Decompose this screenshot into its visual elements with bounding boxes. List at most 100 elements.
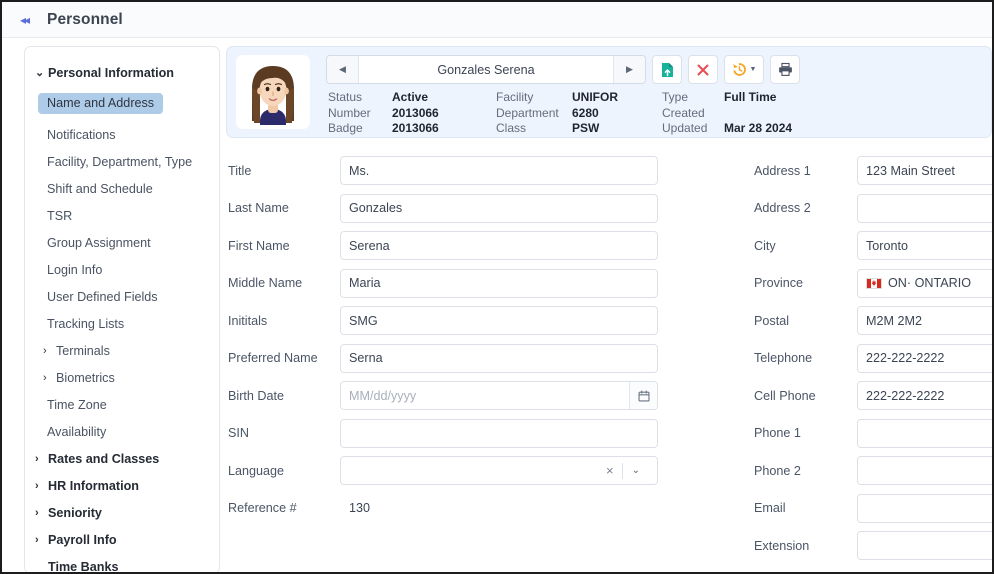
info-label: Facility <box>496 90 534 104</box>
field-label: Middle Name <box>228 276 303 291</box>
sidebar-item-label: Notifications <box>47 127 116 142</box>
chevron-right-icon[interactable]: › <box>35 507 48 519</box>
sidebar-item-label: Time Zone <box>47 397 107 412</box>
chevron-right-icon[interactable]: › <box>43 372 56 384</box>
record-toolbar: ◀ Gonzales Serena ▶ ▼ <box>326 55 981 84</box>
sidebar-item-time-banks[interactable]: Time Banks <box>25 553 219 573</box>
form-row: Address 2 <box>754 190 992 228</box>
form-row: Last Name Gonzales <box>228 190 668 228</box>
sidebar-item-personal-information[interactable]: ⌄ Personal Information <box>25 59 219 86</box>
chevron-down-icon[interactable]: ⌄ <box>623 465 649 476</box>
history-button[interactable]: ▼ <box>724 55 764 84</box>
info-label: Status <box>328 90 363 104</box>
sidebar-item-time-zone[interactable]: Time Zone <box>25 391 219 418</box>
language-select[interactable]: × ⌄ <box>340 456 658 486</box>
postal-field[interactable]: M2M 2M2 <box>857 306 992 336</box>
document-upload-icon <box>661 62 673 77</box>
chevron-down-icon: ▼ <box>749 66 757 73</box>
sidebar-item-label: Login Info <box>47 262 103 277</box>
sidebar-item-label: User Defined Fields <box>47 289 158 304</box>
form-row: City Toronto <box>754 227 992 265</box>
phone-2-field[interactable] <box>857 456 992 486</box>
preferred-name-field[interactable]: Serna <box>340 343 658 373</box>
field-value: Ms. <box>349 163 370 178</box>
form-row: Telephone 222-222-2222 <box>754 340 992 378</box>
sidebar-item-group-assignment[interactable]: Group Assignment <box>25 229 219 256</box>
chevron-right-icon[interactable]: › <box>35 480 48 492</box>
save-document-button[interactable] <box>652 55 682 84</box>
initials-field[interactable]: SMG <box>340 306 658 336</box>
sidebar-item-rates-and-classes[interactable]: › Rates and Classes <box>25 445 219 472</box>
sidebar-item-seniority[interactable]: › Seniority <box>25 499 219 526</box>
employee-name-display[interactable]: Gonzales Serena <box>359 56 613 83</box>
info-label: Created <box>662 105 705 120</box>
info-values-2: UNIFOR 6280 PSW <box>572 90 628 137</box>
info-label: Class <box>496 121 527 135</box>
phone-1-field[interactable] <box>857 418 992 448</box>
sidebar-item-hr-information[interactable]: › HR Information <box>25 472 219 499</box>
field-label: City <box>754 238 776 253</box>
sidebar-item-tsr[interactable]: TSR <box>25 202 219 229</box>
field-value: Gonzales <box>349 201 403 216</box>
sidebar-item-terminals[interactable]: › Terminals <box>25 337 219 364</box>
sidebar-item-name-and-address[interactable]: Name and Address <box>25 90 219 117</box>
sidebar-item-login-info[interactable]: Login Info <box>25 256 219 283</box>
sidebar-item-label: Biometrics <box>56 370 115 385</box>
province-field[interactable]: ON· ONTARIO <box>857 268 992 298</box>
sidebar-item-label: Terminals <box>56 343 110 358</box>
next-record-button[interactable]: ▶ <box>613 56 645 83</box>
calendar-icon[interactable] <box>629 382 657 410</box>
sidebar-item-tracking-lists[interactable]: Tracking Lists <box>25 310 219 337</box>
info-column-status: Status Number Badge Active 2013066 20130… <box>328 90 464 137</box>
form-row: Birth Date MM/dd/yyyy <box>228 377 668 415</box>
field-label: Telephone <box>754 351 813 366</box>
address-2-field[interactable] <box>857 193 992 223</box>
chevron-right-icon[interactable]: › <box>35 534 48 546</box>
employee-info-grid: Status Number Badge Active 2013066 20130… <box>326 90 981 137</box>
city-field[interactable]: Toronto <box>857 231 992 261</box>
cell-phone-field[interactable]: 222-222-2222 <box>857 381 992 411</box>
sidebar-item-facility-department-type[interactable]: Facility, Department, Type <box>25 148 219 175</box>
info-label: Department <box>496 105 559 120</box>
delete-record-button[interactable] <box>688 55 718 84</box>
print-button[interactable] <box>770 55 800 84</box>
field-value: 222-222-2222 <box>866 351 945 366</box>
sidebar-item-payroll-info[interactable]: › Payroll Info <box>25 526 219 553</box>
header-details: ◀ Gonzales Serena ▶ ▼ Status Number Badg… <box>310 55 981 137</box>
form-row: SIN <box>228 415 668 453</box>
top-bar: ◂◂ Personnel <box>2 2 992 38</box>
form-row: First Name Serena <box>228 227 668 265</box>
status-badge: Active <box>392 90 429 104</box>
title-field[interactable]: Ms. <box>340 156 658 186</box>
form-row: Extension <box>754 527 992 565</box>
telephone-field[interactable]: 222-222-2222 <box>857 343 992 373</box>
extension-field[interactable] <box>857 531 992 561</box>
sidebar-item-label: TSR <box>47 208 73 223</box>
first-name-field[interactable]: Serena <box>340 231 658 261</box>
email-field[interactable] <box>857 493 992 523</box>
sin-field[interactable] <box>340 418 658 448</box>
sidebar-item-biometrics[interactable]: › Biometrics <box>25 364 219 391</box>
sidebar-item-availability[interactable]: Availability <box>25 418 219 445</box>
sidebar-item-notifications[interactable]: Notifications <box>25 121 219 148</box>
chevron-right-icon[interactable]: › <box>43 345 56 357</box>
chevron-right-icon[interactable]: › <box>35 453 48 465</box>
sidebar-item-user-defined-fields[interactable]: User Defined Fields <box>25 283 219 310</box>
form-row: Language × ⌄ <box>228 452 668 490</box>
body-container: ⌄ Personal Information Name and Address Not… <box>2 38 992 573</box>
birth-date-field[interactable]: MM/dd/yyyy <box>340 381 658 411</box>
last-name-field[interactable]: Gonzales <box>340 193 658 223</box>
clear-selection-icon[interactable]: × <box>598 463 622 478</box>
middle-name-field[interactable]: Maria <box>340 268 658 298</box>
previous-record-button[interactable]: ◀ <box>327 56 359 83</box>
collapse-sidebar-icon[interactable]: ◂◂ <box>14 10 34 30</box>
form-row: Phone 2 <box>754 452 992 490</box>
field-value: Toronto <box>866 238 909 253</box>
info-value: Full Time <box>724 90 777 104</box>
field-label: Address 1 <box>754 163 811 178</box>
address-1-field[interactable]: 123 Main Street <box>857 156 992 186</box>
chevron-down-icon[interactable]: ⌄ <box>35 66 48 79</box>
avatar <box>236 55 310 129</box>
field-label: Language <box>228 463 285 478</box>
sidebar-item-shift-and-schedule[interactable]: Shift and Schedule <box>25 175 219 202</box>
